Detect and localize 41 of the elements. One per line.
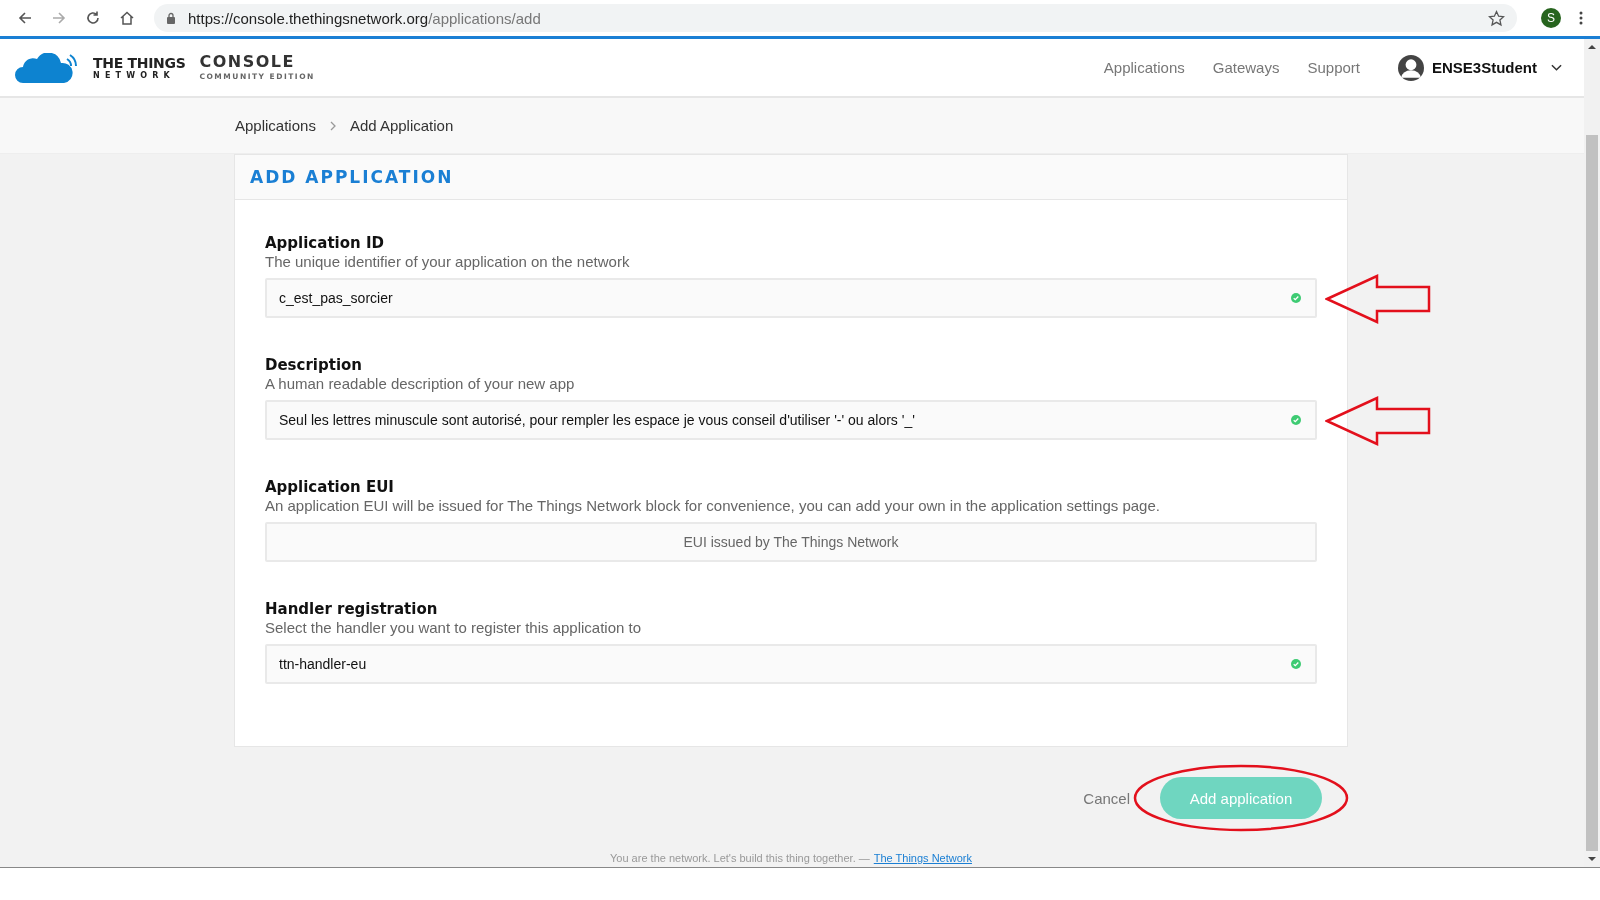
field-label: Description	[265, 356, 364, 374]
user-name[interactable]: ENSE3Student	[1432, 59, 1537, 76]
back-icon[interactable]	[17, 10, 33, 26]
cancel-link[interactable]: Cancel	[1083, 789, 1130, 807]
brand-subtitle: NETWORK	[93, 71, 176, 80]
nav-link[interactable]: Support	[1307, 59, 1360, 76]
scrollbar-thumb[interactable]	[1586, 135, 1598, 851]
address-bar[interactable]: https://console.thethingsnetwork.org/applications/add	[154, 4, 1517, 32]
nav-link[interactable]: Applications	[1103, 59, 1185, 76]
home-icon[interactable]	[119, 10, 135, 26]
field-help-text: A human readable description of your new app	[265, 375, 576, 392]
field-help-text: An application EUI will be issued for The Things Network block for convenience, you can add your own in the application settings page.	[265, 497, 1161, 514]
menu-icon[interactable]	[1579, 10, 1583, 26]
field-label: Application ID	[265, 234, 385, 252]
chevron-down-icon[interactable]	[1551, 63, 1562, 72]
field-label: Handler registration	[265, 600, 439, 618]
cloud-logo-icon	[15, 52, 79, 83]
input-field[interactable]: Seul les lettres minuscule sont autorisé, pour rempler les espace je vous conseil d'utiliser '-' ou alors '_'	[265, 400, 1317, 440]
user-avatar-icon	[1398, 54, 1424, 81]
nav-link[interactable]: Gateways	[1212, 59, 1280, 76]
scrollbar[interactable]	[1584, 39, 1600, 867]
footer-link[interactable]: The Things Network	[873, 852, 972, 864]
profile-avatar[interactable]: S	[1541, 8, 1561, 28]
star-icon[interactable]	[1488, 9, 1505, 27]
field-label: Application EUI	[265, 478, 395, 496]
lock-icon	[166, 12, 176, 24]
input-field[interactable]: c_est_pas_sorcier	[265, 278, 1317, 318]
input-field[interactable]: ttn-handler-eu	[265, 644, 1317, 684]
reload-icon[interactable]	[85, 10, 101, 26]
console-title: CONSOLE	[199, 54, 296, 71]
scroll-down-icon[interactable]	[1588, 856, 1596, 862]
field-help-text: The unique identifier of your application on the network	[265, 253, 631, 270]
breadcrumb-item[interactable]: Applications	[235, 117, 316, 134]
chevron-right-icon	[329, 120, 336, 131]
brand-name: THE THINGS	[93, 55, 186, 70]
breadcrumb-item: Add Application	[349, 117, 454, 134]
scroll-up-icon[interactable]	[1588, 44, 1596, 50]
footer-text: You are the network. Let's build this thing together. —	[610, 852, 870, 864]
input-field[interactable]: EUI issued by The Things Network	[265, 522, 1317, 562]
field-help-text: Select the handler you want to register this application to	[265, 619, 643, 636]
form-title: ADD APPLICATION	[250, 167, 454, 187]
